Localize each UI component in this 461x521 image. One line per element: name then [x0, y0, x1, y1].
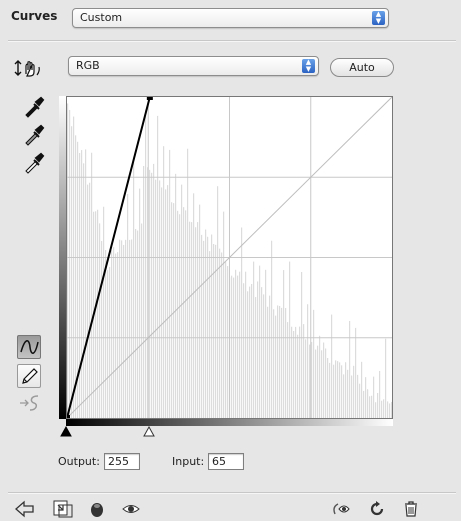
output-label: Output: [58, 455, 100, 468]
black-eyedropper-icon[interactable] [23, 96, 45, 118]
pencil-tool-icon [22, 368, 38, 384]
hand-adjust-icon[interactable] [14, 58, 44, 78]
preset-value: Custom [80, 11, 123, 24]
curve-mode-button[interactable] [17, 335, 41, 359]
white-eyedropper-icon[interactable] [23, 152, 45, 174]
output-gradient-bar [59, 96, 66, 419]
footer-divider [8, 492, 456, 494]
curve-control-point[interactable] [146, 94, 153, 100]
input-gradient-bar [66, 419, 393, 426]
input-label: Input: [172, 455, 205, 468]
curves-graph-canvas[interactable] [64, 94, 393, 421]
clip-to-layer-icon[interactable] [52, 499, 74, 519]
popup-arrows-icon: ▲ ▼ [372, 11, 385, 25]
input-field[interactable]: 65 [208, 453, 244, 470]
preset-select[interactable]: Custom ▲ ▼ [72, 8, 389, 28]
popup-arrows-icon: ▲ ▼ [302, 59, 315, 73]
back-arrow-icon[interactable] [14, 500, 36, 518]
midtone-slider-handle[interactable] [143, 426, 155, 437]
output-field[interactable]: 255 [104, 453, 140, 470]
reset-icon[interactable] [368, 500, 386, 518]
trash-icon[interactable] [402, 499, 420, 519]
pencil-mode-button[interactable] [17, 364, 41, 388]
view-previous-state-icon[interactable] [330, 500, 352, 518]
channel-select[interactable]: RGB ▲ ▼ [68, 56, 319, 76]
panel-title: Curves [11, 9, 58, 23]
black-point-slider-handle[interactable] [60, 426, 72, 437]
curve-tool-icon [20, 340, 39, 354]
auto-button[interactable]: Auto [330, 58, 394, 77]
gray-eyedropper-icon[interactable] [23, 124, 45, 146]
visibility-eye-icon[interactable] [121, 501, 141, 517]
channel-value: RGB [76, 59, 100, 72]
curves-graph[interactable] [64, 94, 393, 421]
curve-control-point[interactable] [64, 415, 70, 421]
previous-state-icon[interactable] [88, 499, 106, 519]
header-divider [8, 40, 456, 42]
smooth-curve-icon[interactable] [18, 393, 44, 413]
